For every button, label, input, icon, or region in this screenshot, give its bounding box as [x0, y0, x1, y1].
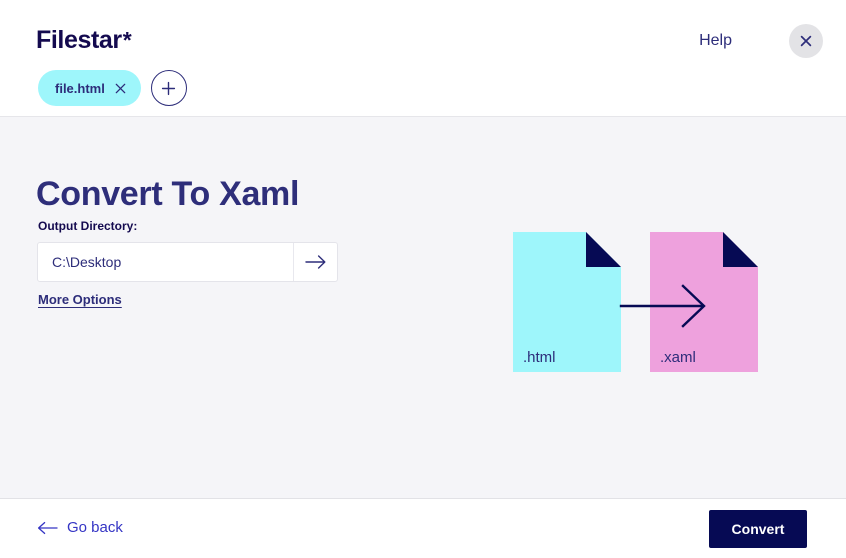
- arrow-right-icon: [304, 255, 325, 269]
- help-link[interactable]: Help: [699, 31, 732, 51]
- go-back-label: Go back: [67, 519, 123, 536]
- output-directory-browse-button[interactable]: [293, 243, 337, 281]
- plus-icon: [162, 81, 176, 95]
- arrow-left-icon: [37, 521, 58, 535]
- file-conversion-graphic: .html .xaml: [513, 232, 758, 372]
- close-window-button[interactable]: [789, 24, 823, 58]
- page-title: Convert To Xaml: [36, 174, 300, 213]
- brand-name: Filestar: [36, 26, 122, 54]
- filestar-app-window: Filestar* Help file.html Convert To Xaml…: [0, 0, 846, 558]
- output-directory-label: Output Directory:: [38, 219, 138, 233]
- convert-button[interactable]: Convert: [709, 510, 807, 548]
- brand-asterisk-icon: *: [122, 27, 132, 53]
- main-content: Convert To Xaml Output Directory: More O…: [0, 117, 846, 498]
- add-file-button[interactable]: [150, 70, 187, 106]
- file-tab-label: file.html: [55, 80, 105, 96]
- close-icon: [800, 35, 812, 47]
- source-file-icon: .html: [513, 232, 621, 372]
- target-file-icon: .xaml: [650, 232, 758, 372]
- output-directory-field: [37, 242, 338, 282]
- more-options-link[interactable]: More Options: [38, 292, 122, 308]
- conversion-illustration: .html .xaml: [505, 227, 775, 387]
- brand-logo[interactable]: Filestar*: [36, 26, 132, 54]
- app-footer: Go back Convert: [0, 498, 846, 558]
- go-back-button[interactable]: Go back: [37, 519, 123, 537]
- target-file-label: .xaml: [660, 349, 696, 366]
- output-directory-input[interactable]: [38, 243, 293, 281]
- file-tab-strip: file.html: [38, 70, 187, 106]
- app-header: Filestar* Help file.html: [0, 0, 846, 117]
- file-tab-chip[interactable]: file.html: [38, 70, 141, 106]
- source-file-label: .html: [523, 349, 556, 366]
- close-icon: [115, 83, 126, 93]
- file-tab-close-button[interactable]: [114, 81, 128, 95]
